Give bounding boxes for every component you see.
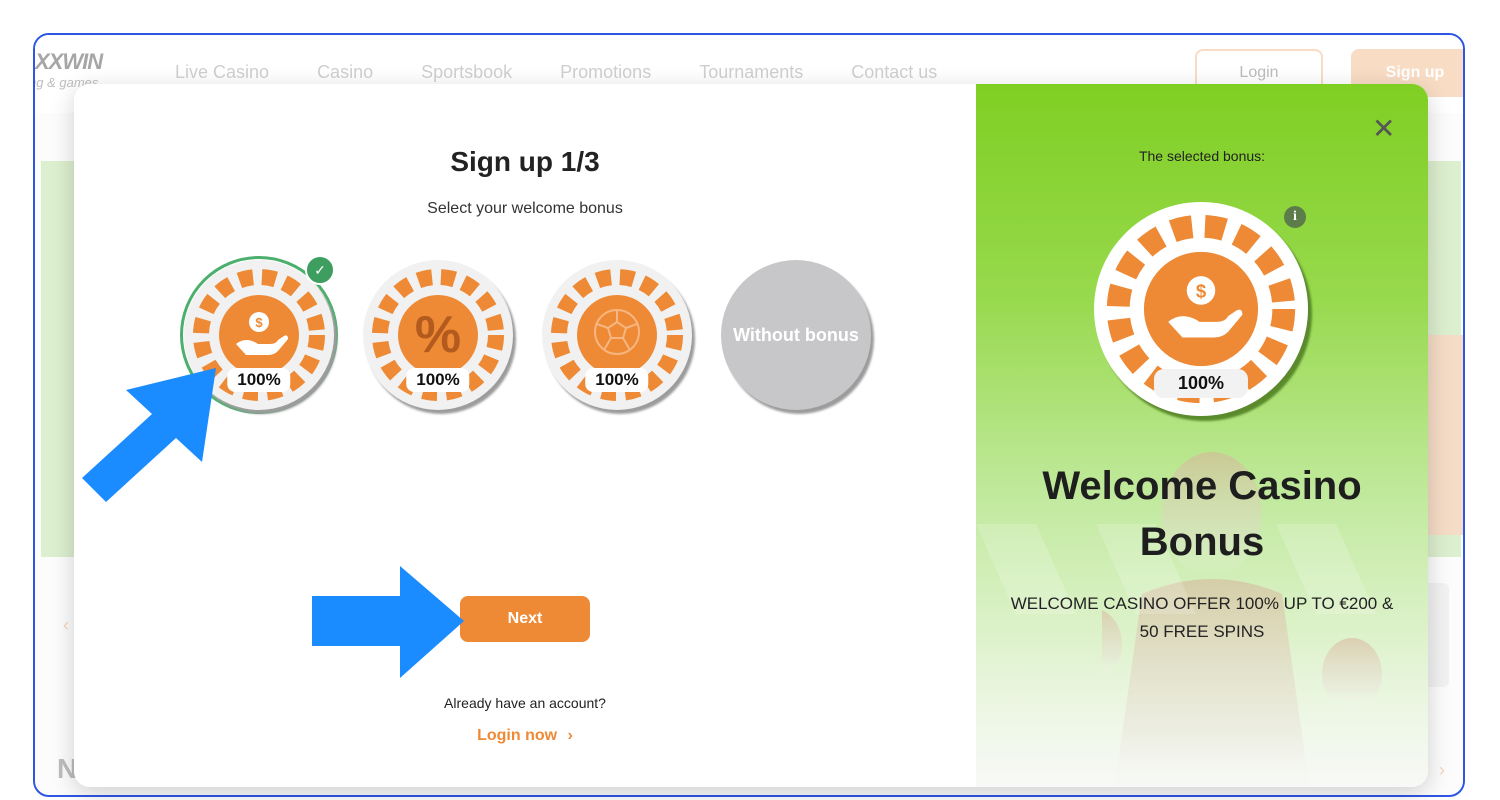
next-button[interactable]: Next [460,596,590,642]
bonus-chip: 100% [542,260,692,410]
annotation-arrow-icon [312,566,464,678]
bonus-chip: % 100% [363,260,513,410]
login-now-link[interactable]: Login now › [74,727,976,745]
login-now-label: Login now [477,727,558,744]
selected-bonus-chip: $ 100% [1094,202,1308,416]
bonus-option-percent[interactable]: % 100% [359,256,517,414]
bonus-badge: 100% [227,368,291,392]
selected-check-icon: ✓ [305,255,335,285]
selected-bonus-badge: 100% [1153,369,1249,398]
modal-subtitle: Select your welcome bonus [427,200,623,217]
selected-bonus-panel: The selected bonus: i $ 100% Welcome Cas… [976,84,1428,787]
signup-form-panel: Sign up 1/3 Select your welcome bonus $ … [74,84,976,787]
bonus-badge: 100% [585,368,649,392]
modal-title: Sign up 1/3 [450,146,600,177]
without-bonus-label: Without bonus [721,260,871,410]
close-icon[interactable]: ✕ [1372,112,1395,145]
bonus-offer-text: WELCOME CASINO OFFER 100% UP TO €200 & 5… [1010,594,1394,642]
bonus-badge: 100% [406,368,470,392]
bonus-heading: Welcome Casino Bonus [1042,464,1362,564]
svg-text:$: $ [255,315,263,330]
svg-text:$: $ [1196,281,1207,302]
chevron-right-icon: › [567,727,573,744]
bonus-option-sports[interactable]: 100% [538,256,696,414]
annotation-arrow-icon [82,368,216,502]
signup-modal: Sign up 1/3 Select your welcome bonus $ … [74,84,1428,787]
already-account-text: Already have an account? [444,695,606,711]
svg-text:%: % [415,306,461,364]
bonus-option-none[interactable]: Without bonus [717,256,875,414]
selected-bonus-label: The selected bonus: [1138,148,1266,164]
